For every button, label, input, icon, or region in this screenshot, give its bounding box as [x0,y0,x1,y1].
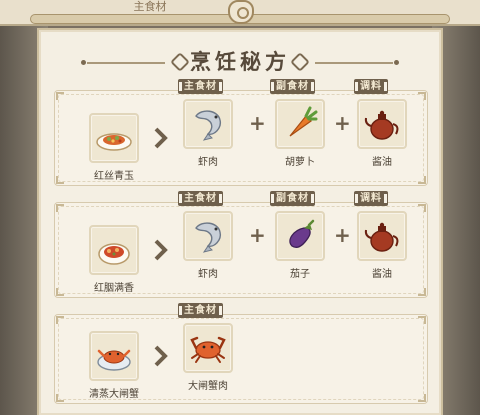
seasoning-name: 酱油 [372,269,392,280]
crab-icon [190,336,226,363]
recipe-card-1: 红丝青玉 主食材 虾肉 + 副食材 胡萝卜 + 调料 酱油 [54,79,428,186]
page-title: 烹饪秘方 [190,49,290,74]
top-strip: 主食材 [0,0,480,26]
plus-icon: + [334,223,351,247]
main-ingredient-name: 虾肉 [198,269,218,280]
main-ingredient-tag: 主食材 [178,303,223,318]
chevron-right-icon [154,345,168,367]
main-ingredient-tag: 主食材 [178,79,223,94]
seasoning-name: 酱油 [372,157,392,168]
top-tab-label: 主食材 [133,0,167,13]
recipe-panel: 烹饪秘方 红丝青玉 主食材 虾肉 + 副食材 胡萝卜 + 调料 酱油 红胭满香 … [39,30,441,415]
plus-icon: + [334,111,351,135]
recipe-card-3: 清蒸大闸蟹 主食材 大闸蟹肉 [54,303,428,404]
dish-slot[interactable] [89,225,139,275]
dish-name: 红丝青玉 [94,171,134,182]
shrimp-icon [195,222,222,253]
plus-icon: + [249,111,266,135]
recipe-card-2: 红胭满香 主食材 虾肉 + 副食材 茄子 + 调料 酱油 [54,191,428,298]
eggplant-icon [289,219,315,248]
dish-name: 红胭满香 [94,283,134,294]
seasoning-tag: 调料 [354,79,388,94]
main-ingredient-slot[interactable] [183,323,233,373]
title-divider-right [315,62,393,64]
main-ingredient-tag: 主食材 [178,191,223,206]
main-ingredient-slot[interactable] [183,211,233,261]
main-ingredient-name: 大闸蟹肉 [188,381,228,392]
carrot-icon [289,106,318,137]
steamed-crab-bowl-icon [97,349,131,371]
soy-sauce-pot-icon [364,222,399,252]
seasoning-slot[interactable] [357,211,407,261]
shrimp-icon [195,110,222,141]
side-ingredient-tag: 副食材 [270,191,315,206]
seasoning-tag: 调料 [354,191,388,206]
main-ingredient-name: 虾肉 [198,157,218,168]
main-ingredient-slot[interactable] [183,99,233,149]
side-ingredient-tag: 副食材 [270,79,315,94]
dish-slot[interactable] [89,113,139,163]
soy-sauce-pot-icon [364,110,399,140]
dish-name: 清蒸大闸蟹 [89,389,139,400]
chevron-right-icon [154,127,168,149]
side-ingredient-name: 胡萝卜 [285,157,315,168]
title-dot-icon [394,60,399,65]
plus-icon: + [249,223,266,247]
side-ingredient-slot[interactable] [275,211,325,261]
dish-slot[interactable] [89,331,139,381]
seasoning-slot[interactable] [357,99,407,149]
red-dish-bowl-icon [98,243,130,265]
chevron-right-icon [154,239,168,261]
side-ingredient-name: 茄子 [290,269,310,280]
stir-fry-plate-icon [96,133,132,151]
side-ingredient-slot[interactable] [275,99,325,149]
knot-ornament-icon [228,0,254,24]
